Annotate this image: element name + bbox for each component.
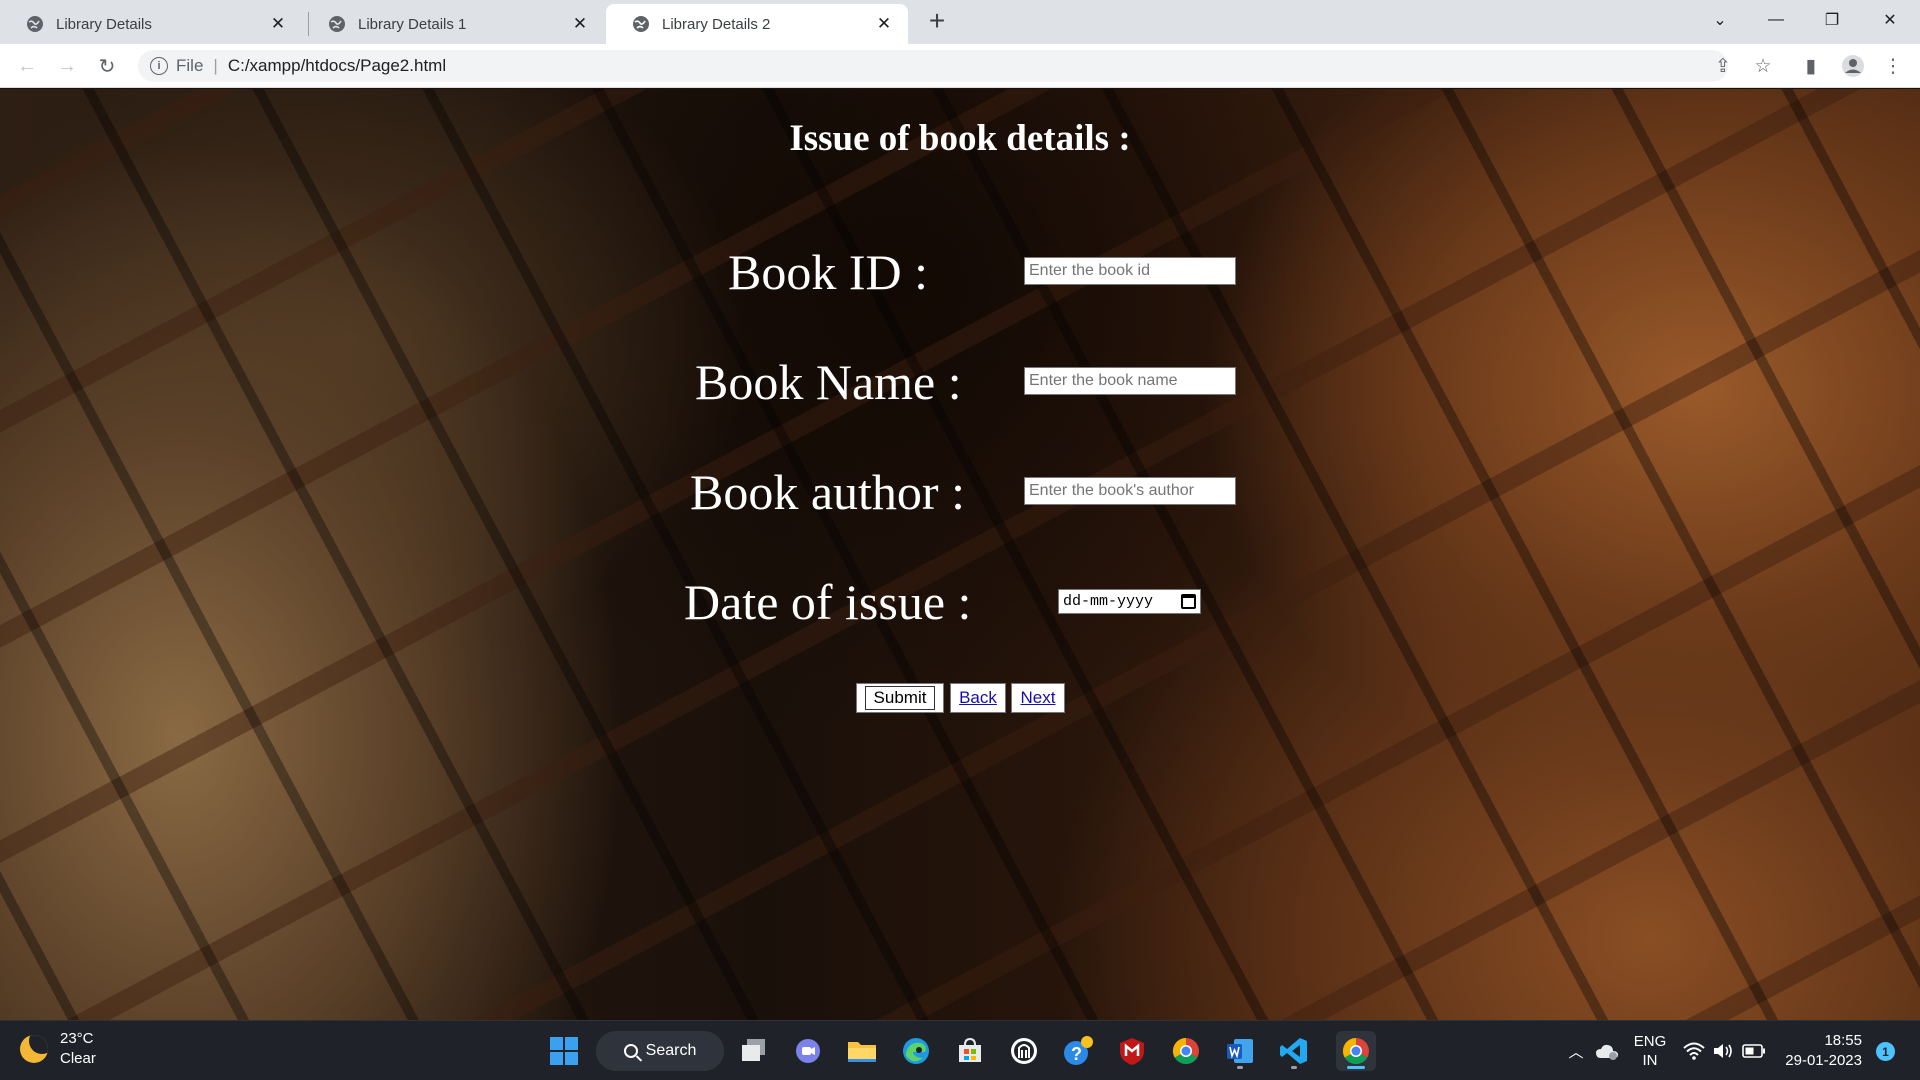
tab-title: Library Details 1 bbox=[358, 15, 467, 33]
tab-title: Library Details 2 bbox=[662, 15, 771, 33]
windows-taskbar: 23°C Clear Search ? ︿ ENG IN 18:55 29-01… bbox=[0, 1020, 1920, 1080]
running-indicator bbox=[1237, 1066, 1243, 1069]
date-placeholder: dd-mm-yyyy bbox=[1063, 593, 1154, 610]
menu-kebab-icon[interactable]: ⋮ bbox=[1880, 53, 1906, 79]
close-window-icon[interactable]: ✕ bbox=[1862, 0, 1918, 40]
close-tab-icon[interactable]: ✕ bbox=[874, 14, 894, 34]
teams-chat-icon[interactable] bbox=[788, 1031, 828, 1071]
bookmark-star-icon[interactable]: ☆ bbox=[1750, 53, 1776, 79]
wifi-icon[interactable] bbox=[1680, 1021, 1708, 1080]
onedrive-cloud-icon[interactable] bbox=[1592, 1021, 1622, 1080]
svg-text:?: ? bbox=[1071, 1044, 1082, 1064]
book-id-input[interactable] bbox=[1024, 257, 1236, 285]
system-clock[interactable]: 18:55 29-01-2023 bbox=[1780, 1031, 1862, 1071]
back-arrow-icon[interactable]: ← bbox=[12, 51, 42, 81]
word-icon[interactable] bbox=[1220, 1031, 1260, 1071]
share-icon[interactable]: ⇪ bbox=[1710, 53, 1736, 79]
side-panel-icon[interactable]: ▮ bbox=[1798, 53, 1824, 79]
search-icon bbox=[623, 1044, 638, 1058]
profile-avatar-icon[interactable] bbox=[1840, 53, 1866, 79]
tab-library-details-2[interactable]: Library Details 2 ✕ bbox=[606, 4, 908, 44]
globe-icon bbox=[27, 16, 43, 32]
browser-toolbar: ← → ↻ i File | C:/xampp/htdocs/Page2.htm… bbox=[0, 44, 1920, 88]
close-tab-icon[interactable]: ✕ bbox=[570, 14, 590, 34]
active-indicator bbox=[1347, 1066, 1365, 1069]
notification-badge[interactable]: 1 bbox=[1876, 1042, 1895, 1061]
book-author-input[interactable] bbox=[1024, 477, 1236, 505]
chrome-icon[interactable] bbox=[1166, 1031, 1206, 1071]
clock-date: 29-01-2023 bbox=[1785, 1052, 1862, 1069]
book-name-label: Book Name : bbox=[695, 354, 962, 410]
edge-browser-icon[interactable] bbox=[896, 1031, 936, 1071]
weather-temp: 23°C bbox=[60, 1030, 94, 1047]
windows-start-icon[interactable] bbox=[544, 1031, 584, 1071]
running-indicator bbox=[1291, 1066, 1297, 1069]
globe-icon bbox=[329, 16, 345, 32]
date-of-issue-input[interactable]: dd-mm-yyyy bbox=[1058, 589, 1201, 614]
address-url: C:/xampp/htdocs/Page2.html bbox=[227, 56, 447, 75]
page-viewport: Issue of book details : Book ID : Book N… bbox=[0, 89, 1920, 1020]
language-indicator[interactable]: ENG IN bbox=[1626, 1021, 1674, 1080]
chrome-active-icon[interactable] bbox=[1336, 1031, 1376, 1071]
language-code: ENG bbox=[1633, 1033, 1667, 1050]
tab-library-details-1[interactable]: Library Details 1 ✕ bbox=[302, 4, 604, 44]
language-region: IN bbox=[1642, 1052, 1658, 1069]
moon-icon bbox=[20, 1035, 48, 1063]
calendar-icon[interactable] bbox=[1181, 594, 1196, 609]
close-tab-icon[interactable]: ✕ bbox=[268, 14, 288, 34]
taskbar-search-label: Search bbox=[645, 1042, 697, 1059]
book-id-label: Book ID : bbox=[728, 244, 928, 300]
app-dark-icon[interactable] bbox=[1004, 1031, 1044, 1071]
globe-icon bbox=[633, 16, 649, 32]
reload-icon[interactable]: ↻ bbox=[92, 51, 122, 81]
submit-label: Submit bbox=[864, 686, 936, 710]
battery-icon[interactable] bbox=[1740, 1021, 1768, 1080]
tab-library-details[interactable]: Library Details ✕ bbox=[0, 4, 302, 44]
tab-title: Library Details bbox=[56, 15, 152, 33]
minimize-icon[interactable]: — bbox=[1748, 0, 1804, 40]
address-bar[interactable]: i File | C:/xampp/htdocs/Page2.html bbox=[138, 50, 1728, 82]
mcafee-shield-icon[interactable] bbox=[1112, 1031, 1152, 1071]
book-author-label: Book author : bbox=[690, 464, 965, 520]
file-explorer-icon[interactable] bbox=[842, 1031, 882, 1071]
tab-search-icon[interactable]: ⌄ bbox=[1692, 0, 1748, 40]
vscode-icon[interactable] bbox=[1274, 1031, 1314, 1071]
date-of-issue-label: Date of issue : bbox=[684, 574, 972, 630]
taskbar-search-button[interactable]: Search bbox=[596, 1031, 724, 1071]
address-scheme: File bbox=[176, 56, 204, 75]
address-divider: | bbox=[213, 56, 218, 75]
tips-help-icon[interactable]: ? bbox=[1058, 1031, 1098, 1071]
back-link-button[interactable]: Back bbox=[950, 683, 1006, 713]
browser-tab-strip: Library Details ✕ Library Details 1 ✕ Li… bbox=[0, 0, 1920, 44]
tray-overflow-chevron-icon[interactable]: ︿ bbox=[1564, 1021, 1588, 1080]
restore-icon[interactable]: ❐ bbox=[1804, 0, 1860, 40]
submit-button[interactable]: Submit bbox=[856, 683, 944, 713]
forward-arrow-icon[interactable]: → bbox=[52, 51, 82, 81]
site-info-icon[interactable]: i bbox=[150, 57, 168, 75]
book-name-input[interactable] bbox=[1024, 367, 1236, 395]
volume-icon[interactable] bbox=[1710, 1021, 1736, 1080]
next-link-button[interactable]: Next bbox=[1011, 683, 1065, 713]
clock-time: 18:55 bbox=[1824, 1032, 1862, 1049]
weather-widget[interactable]: 23°C Clear bbox=[20, 1029, 96, 1069]
task-view-icon[interactable] bbox=[734, 1031, 774, 1071]
weather-condition: Clear bbox=[60, 1050, 96, 1067]
new-tab-button[interactable]: + bbox=[923, 7, 951, 36]
page-title: Issue of book details : bbox=[789, 118, 1131, 159]
microsoft-store-icon[interactable] bbox=[950, 1031, 990, 1071]
